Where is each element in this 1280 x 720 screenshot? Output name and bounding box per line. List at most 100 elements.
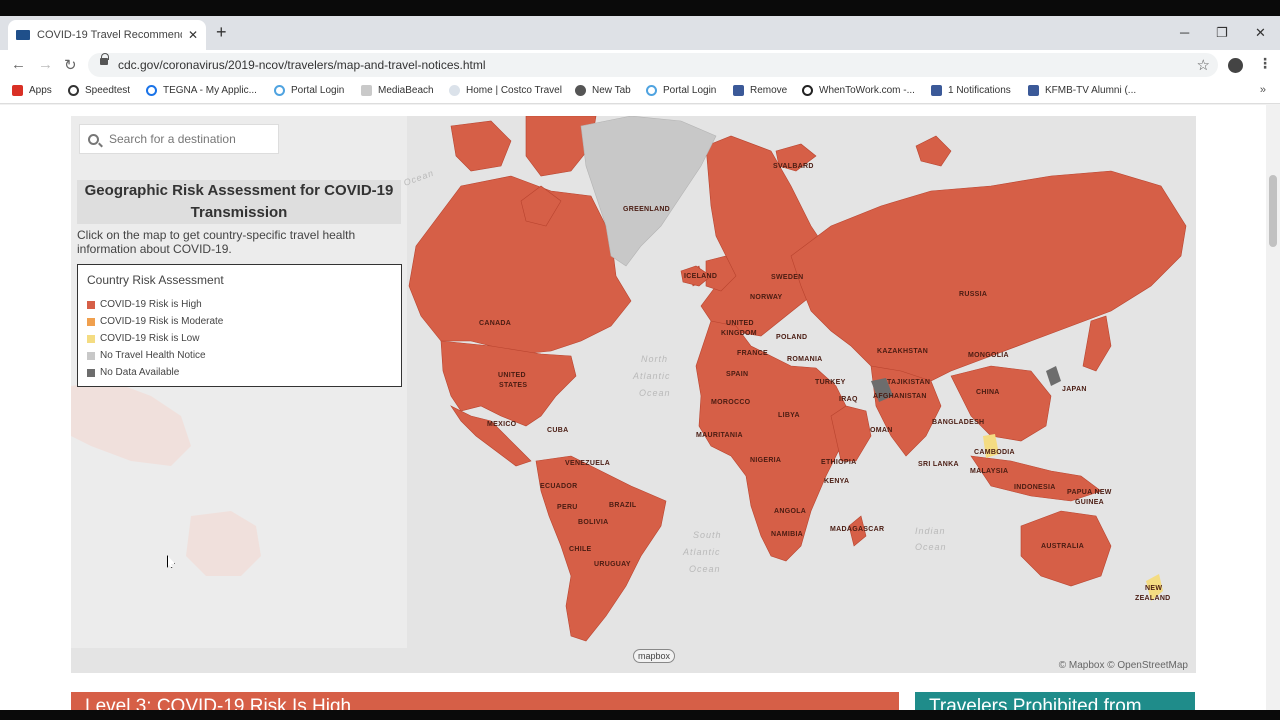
label-new-zealand-1: NEW [1145, 585, 1162, 592]
search-input[interactable]: Search for a destination [109, 132, 236, 146]
label-canada: CANADA [479, 320, 511, 327]
map-instruction: Click on the map to get country-specific… [77, 228, 356, 256]
canadian-arctic-1 [450, 120, 512, 172]
bookmark-speedtest[interactable]: Speedtest [68, 85, 130, 96]
back-icon[interactable]: ← [11, 56, 26, 73]
label-spain: SPAIN [726, 371, 748, 378]
tegna-icon [146, 85, 157, 96]
legend-title: Country Risk Assessment [87, 273, 224, 287]
risk-map-panel: SVALBARD GREENLAND ICELAND SWEDEN NORWAY… [71, 116, 1196, 673]
label-malaysia: MALAYSIA [970, 468, 1008, 475]
label-indonesia: INDONESIA [1014, 484, 1056, 491]
label-peru: PERU [557, 504, 578, 511]
label-afghanistan: AFGHANISTAN [873, 393, 927, 400]
faded-western-pacific [71, 381, 261, 576]
label-ocean-north: Ocean [639, 388, 671, 398]
destination-search-box[interactable]: Search for a destination [79, 124, 279, 154]
speedometer-icon [68, 85, 79, 96]
screen-top-border [0, 0, 1280, 16]
bookmark-portal-login-2[interactable]: Portal Login [646, 85, 716, 96]
bookmark-new-tab[interactable]: New Tab [575, 85, 631, 96]
tab-close-icon[interactable]: ✕ [188, 28, 198, 42]
bookmark-kfmb-alumni[interactable]: KFMB-TV Alumni (... [1028, 85, 1136, 96]
bookmark-star-icon[interactable]: ☆ [1197, 56, 1210, 74]
bookmark-whentowork[interactable]: WhenToWork.com -... [802, 85, 915, 96]
label-russia: RUSSIA [959, 291, 987, 298]
costco-icon [449, 85, 460, 96]
facebook-icon [1028, 85, 1039, 96]
bookmark-tegna[interactable]: TEGNA - My Applic... [146, 85, 257, 96]
label-north: North [641, 354, 668, 364]
label-romania: ROMANIA [787, 356, 823, 363]
legend-swatch-moderate [87, 317, 95, 326]
minimize-icon[interactable]: ─ [1180, 25, 1189, 40]
label-mauritania: MAURITANIA [696, 432, 743, 439]
label-turkey: TURKEY [815, 379, 846, 386]
bookmark-costco-travel[interactable]: Home | Costco Travel [449, 85, 562, 96]
facebook-icon [931, 85, 942, 96]
window-close-icon[interactable]: ✕ [1255, 25, 1266, 41]
legend-swatch-low [87, 334, 95, 343]
restore-icon[interactable]: ❐ [1216, 25, 1228, 41]
tab-covid-travel[interactable]: COVID-19 Travel Recommendatio ✕ [8, 20, 206, 50]
label-tajikistan: TAJIKISTAN [887, 379, 930, 386]
legend-item-no-notice: No Travel Health Notice [87, 347, 392, 364]
label-sri-lanka: SRI LANKA [918, 461, 959, 468]
cdc-favicon-icon [16, 30, 30, 40]
bookmark-mediabeach[interactable]: MediaBeach [361, 85, 434, 96]
faded-land-australia [186, 511, 261, 576]
tab-strip: COVID-19 Travel Recommendatio ✕ + ─ ❐ ✕ [0, 16, 1280, 50]
legend-item-moderate: COVID-19 Risk is Moderate [87, 313, 392, 330]
forward-icon[interactable]: → [38, 56, 53, 73]
new-tab-icon[interactable]: + [216, 22, 227, 43]
novaya-zemlya [915, 135, 952, 167]
legend-swatch-no-data [87, 368, 95, 377]
mediabeach-icon [361, 85, 372, 96]
label-kenya: KENYA [824, 478, 849, 485]
label-atlantic-south: Atlantic [682, 547, 721, 557]
search-icon [88, 133, 99, 145]
label-ocean-pacific: Ocean [402, 168, 435, 188]
bookmark-notifications[interactable]: 1 Notifications [931, 85, 1011, 96]
bookmark-portal-login[interactable]: Portal Login [274, 85, 344, 96]
url-text: cdc.gov/coronavirus/2019-ncov/travelers/… [118, 58, 486, 72]
browser-menu-icon[interactable]: ⋮ [1258, 55, 1272, 72]
label-norway: NORWAY [750, 294, 783, 301]
africa [695, 320, 852, 562]
label-japan: JAPAN [1062, 386, 1087, 393]
label-cambodia: CAMBODIA [974, 449, 1015, 456]
label-namibia: NAMIBIA [771, 531, 803, 538]
mapbox-logo[interactable]: mapbox [633, 649, 676, 663]
label-morocco: MOROCCO [711, 399, 751, 406]
label-poland: POLAND [776, 334, 807, 341]
bookmark-remove[interactable]: Remove [733, 85, 787, 96]
label-oman: OMAN [870, 427, 893, 434]
label-bolivia: BOLIVIA [578, 519, 609, 526]
label-united-states-1: UNITED [498, 372, 526, 379]
address-bar[interactable]: cdc.gov/coronavirus/2019-ncov/travelers/… [88, 53, 1218, 77]
reload-icon[interactable]: ↻ [64, 56, 77, 74]
portal-icon [646, 85, 657, 96]
label-svalbard: SVALBARD [773, 163, 814, 170]
label-france: FRANCE [737, 350, 768, 357]
label-chile: CHILE [569, 546, 592, 553]
canada-landmass [408, 175, 632, 355]
wikipedia-icon [802, 85, 813, 96]
bookmark-apps[interactable]: Apps [12, 85, 52, 96]
label-iraq: IRAQ [839, 396, 858, 403]
page-scrollbar[interactable] [1266, 105, 1280, 710]
level-3-banner[interactable]: Level 3: COVID-19 Risk Is High [71, 692, 899, 712]
scrollbar-thumb[interactable] [1269, 175, 1277, 247]
globe-icon [575, 85, 586, 96]
bookmarks-overflow-icon[interactable]: » [1260, 84, 1266, 96]
bookmarks-bar: Apps Speedtest TEGNA - My Applic... Port… [0, 80, 1280, 104]
label-ethiopia: ETHIOPIA [821, 459, 856, 466]
label-atlantic-north: Atlantic [632, 371, 671, 381]
label-libya: LIBYA [778, 412, 800, 419]
label-mongolia: MONGOLIA [968, 352, 1009, 359]
japan [1082, 315, 1112, 372]
map-attribution[interactable]: © Mapbox © OpenStreetMap [1059, 660, 1188, 671]
travelers-prohibited-banner[interactable]: Travelers Prohibited from [915, 692, 1195, 712]
profile-avatar-icon[interactable] [1228, 58, 1243, 73]
label-kazakhstan: KAZAKHSTAN [877, 348, 928, 355]
